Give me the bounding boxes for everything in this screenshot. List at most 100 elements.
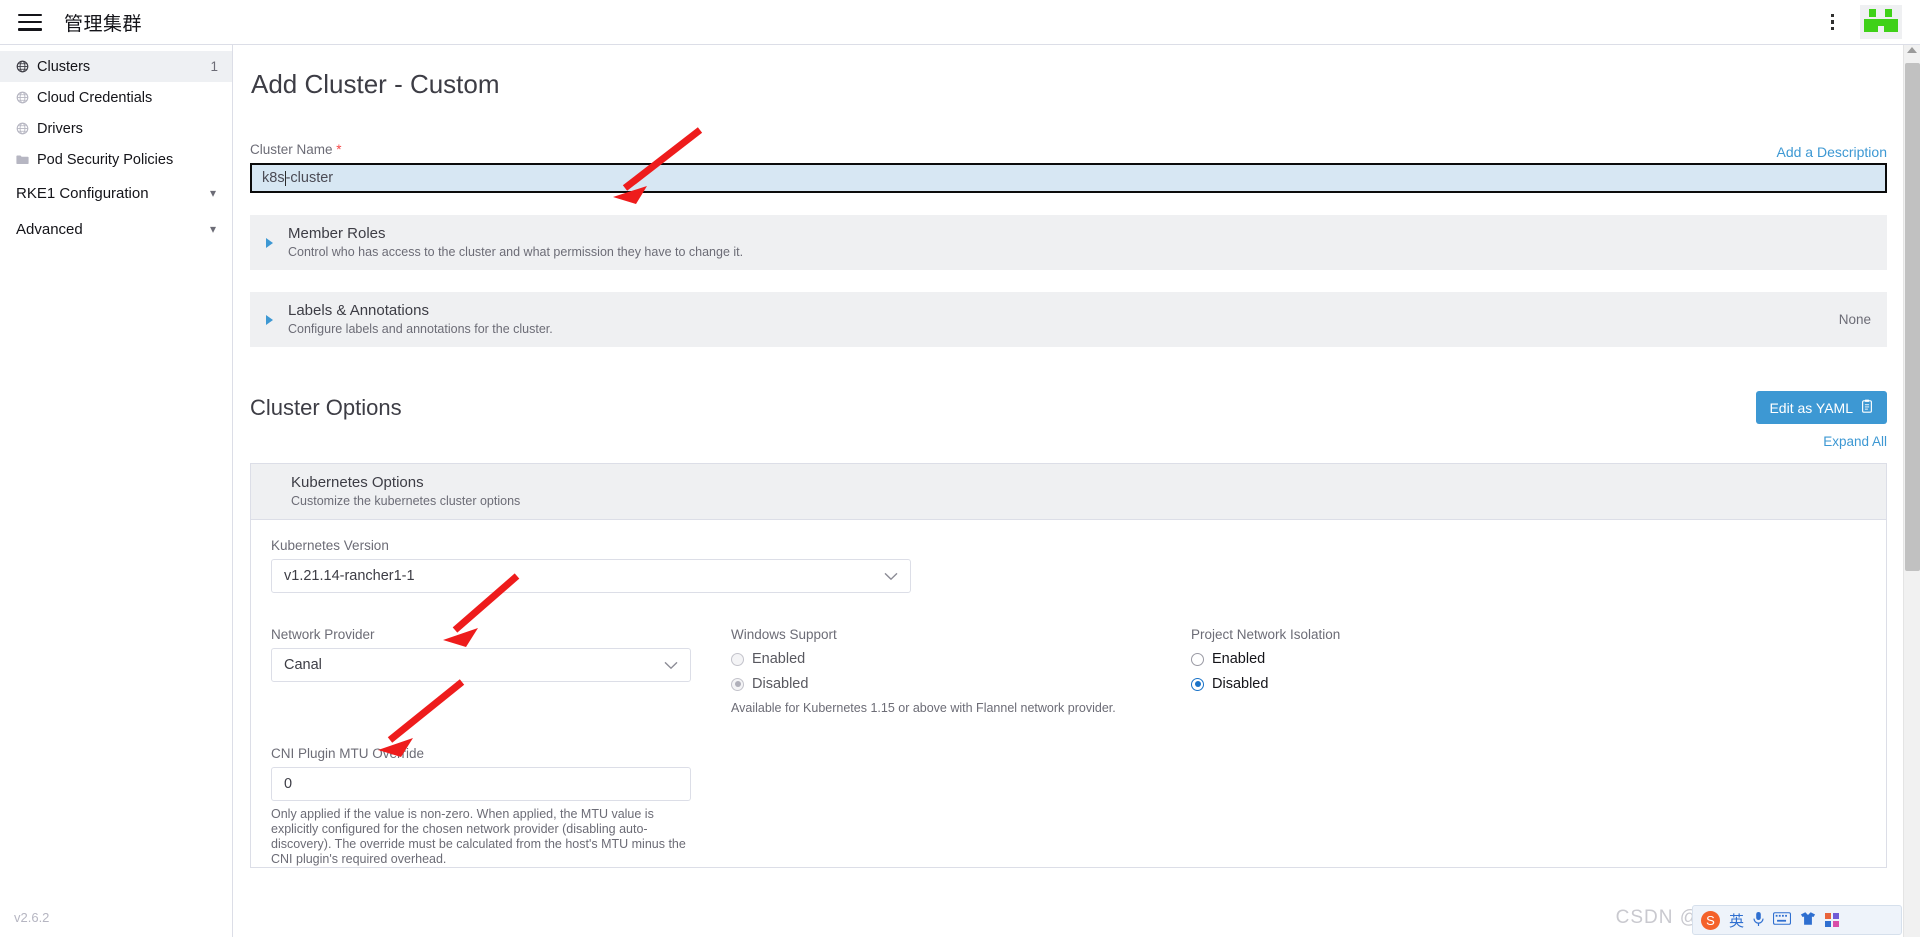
main-content: Add Cluster - Custom Cluster Name * Add … (234, 45, 1905, 937)
project-network-isolation-field: Project Network Isolation Enabled Disabl… (1191, 627, 1866, 716)
cluster-name-label-text: Cluster Name (250, 142, 333, 157)
tshirt-icon[interactable] (1800, 911, 1816, 930)
sidebar-item-count: 1 (210, 59, 218, 74)
kubernetes-options-subtitle: Customize the kubernetes cluster options (291, 494, 521, 508)
network-provider-label: Network Provider (271, 627, 375, 642)
project-network-isolation-label: Project Network Isolation (1191, 627, 1341, 642)
chevron-down-icon (884, 569, 898, 584)
network-provider-select[interactable]: Canal (271, 648, 691, 682)
sidebar-item-clusters[interactable]: Clusters 1 (0, 51, 232, 82)
chevron-down-icon: ▾ (209, 186, 216, 200)
page-title: Add Cluster - Custom (251, 69, 500, 99)
expand-all-link[interactable]: Expand All (250, 434, 1887, 449)
kubernetes-version-select[interactable]: v1.21.14-rancher1-1 (271, 559, 911, 593)
windows-support-hint: Available for Kubernetes 1.15 or above w… (731, 701, 1116, 715)
ime-mode-toggle[interactable]: 英 (1729, 910, 1744, 931)
network-options-row: Network Provider Canal Windows Support E… (271, 627, 1866, 716)
project-network-isolation-radio-disabled[interactable]: Disabled (1191, 676, 1866, 692)
windows-support-field: Windows Support Enabled Disabled Availab… (731, 627, 1171, 716)
scrollbar-thumb[interactable] (1905, 63, 1920, 571)
member-roles-accordion[interactable]: Member Roles Control who has access to t… (250, 215, 1887, 270)
globe-icon (16, 122, 29, 135)
app-version-label: v2.6.2 (14, 910, 50, 925)
kubernetes-version-value: v1.21.14-rancher1-1 (284, 568, 415, 584)
labels-annotations-text: Labels & Annotations Configure labels an… (288, 302, 1839, 336)
app-header: 管理集群 (0, 0, 1920, 45)
radio-icon-selected (731, 677, 744, 691)
cni-plugin-mtu-override-value: 0 (284, 776, 293, 792)
cluster-options-title: Cluster Options (250, 394, 402, 420)
microphone-icon[interactable] (1753, 911, 1764, 930)
cluster-name-value-tail: -cluster (285, 170, 334, 186)
kubernetes-options-accordion-header[interactable]: Kubernetes Options Customize the kuberne… (251, 464, 1886, 520)
member-roles-title: Member Roles (288, 225, 386, 242)
kubernetes-options-title: Kubernetes Options (291, 474, 424, 491)
sogou-ime-toolbar[interactable]: S 英 (1692, 905, 1902, 935)
kubernetes-version-field: Kubernetes Version v1.21.14-rancher1-1 (271, 538, 1866, 593)
sidebar-item-cloud-credentials[interactable]: Cloud Credentials (0, 82, 232, 113)
member-roles-text: Member Roles Control who has access to t… (288, 225, 1871, 259)
windows-support-disabled-label: Disabled (752, 676, 809, 692)
scroll-up-arrow-icon[interactable] (1907, 47, 1917, 53)
sidebar-group-label: Advanced (16, 220, 83, 238)
globe-icon (16, 60, 29, 73)
edit-as-yaml-button[interactable]: Edit as YAML (1756, 391, 1887, 424)
header-actions (1823, 5, 1920, 39)
cluster-name-value-head: k8s (262, 170, 285, 186)
sidebar-item-drivers[interactable]: Drivers (0, 113, 232, 144)
sidebar-group-label: RKE1 Configuration (16, 184, 149, 202)
windows-support-label: Windows Support (731, 627, 837, 642)
edit-as-yaml-label: Edit as YAML (1769, 399, 1853, 416)
network-provider-value: Canal (284, 657, 322, 673)
windows-support-radio-enabled[interactable]: Enabled (731, 651, 1171, 667)
kubernetes-version-label: Kubernetes Version (271, 538, 389, 553)
radio-icon-selected (1191, 677, 1204, 691)
sidebar-item-label: Clusters (37, 58, 91, 75)
hamburger-icon[interactable] (18, 13, 42, 31)
sidebar-item-label: Pod Security Policies (37, 151, 174, 168)
sidebar-item-pod-security-policies[interactable]: Pod Security Policies (0, 144, 232, 175)
radio-icon (1191, 652, 1204, 666)
sogou-logo-icon[interactable]: S (1701, 910, 1720, 930)
sidebar-group-rke1-configuration[interactable]: RKE1 Configuration ▾ (0, 175, 232, 211)
globe-icon (16, 91, 29, 104)
cni-plugin-mtu-override-hint: Only applied if the value is non-zero. W… (271, 807, 686, 866)
folder-icon (16, 153, 29, 166)
rancher-logo-icon[interactable] (1860, 5, 1902, 39)
labels-annotations-subtitle: Configure labels and annotations for the… (288, 322, 553, 336)
chevron-right-icon (266, 237, 273, 248)
page-header-title: 管理集群 (64, 13, 143, 35)
project-network-isolation-radio-enabled[interactable]: Enabled (1191, 651, 1866, 667)
cluster-name-label: Cluster Name * (250, 142, 1887, 157)
grid-apps-icon[interactable] (1825, 913, 1840, 927)
cluster-options-header: Cluster Options Edit as YAML (250, 391, 1887, 424)
add-description-link[interactable]: Add a Description (1776, 144, 1887, 160)
more-vertical-icon[interactable] (1823, 8, 1843, 37)
kubernetes-options-card: Kubernetes Options Customize the kuberne… (250, 463, 1887, 868)
network-provider-field: Network Provider Canal (271, 627, 711, 716)
sidebar-item-label: Cloud Credentials (37, 89, 153, 106)
clipboard-icon (1860, 399, 1874, 417)
cni-plugin-mtu-override-input[interactable]: 0 (271, 767, 691, 801)
cni-plugin-mtu-override-field: CNI Plugin MTU Override 0 Only applied i… (271, 746, 1866, 867)
cni-plugin-mtu-override-label: CNI Plugin MTU Override (271, 746, 425, 761)
sidebar-item-label: Drivers (37, 120, 83, 137)
windows-support-enabled-label: Enabled (752, 651, 806, 667)
sidebar: Clusters 1 Cloud Credentials Drivers Pod… (0, 45, 233, 937)
keyboard-icon[interactable] (1773, 912, 1792, 928)
cluster-name-field-group: Cluster Name * Add a Description k8s -clu… (250, 142, 1887, 193)
required-marker: * (336, 142, 342, 157)
page-scrollbar[interactable] (1903, 45, 1920, 937)
sidebar-group-advanced[interactable]: Advanced ▾ (0, 211, 232, 247)
chevron-right-icon (266, 314, 273, 325)
windows-support-radio-disabled[interactable]: Disabled (731, 676, 1171, 692)
radio-icon (731, 652, 744, 666)
labels-annotations-accordion[interactable]: Labels & Annotations Configure labels an… (250, 292, 1887, 347)
chevron-down-icon: ▾ (209, 222, 216, 236)
member-roles-subtitle: Control who has access to the cluster an… (288, 245, 744, 259)
cluster-name-input[interactable]: k8s -cluster (250, 163, 1887, 193)
kubernetes-options-body: Kubernetes Version v1.21.14-rancher1-1 N… (251, 520, 1886, 867)
project-network-isolation-disabled-label: Disabled (1212, 676, 1269, 692)
labels-annotations-title: Labels & Annotations (288, 302, 429, 319)
project-network-isolation-enabled-label: Enabled (1212, 651, 1266, 667)
